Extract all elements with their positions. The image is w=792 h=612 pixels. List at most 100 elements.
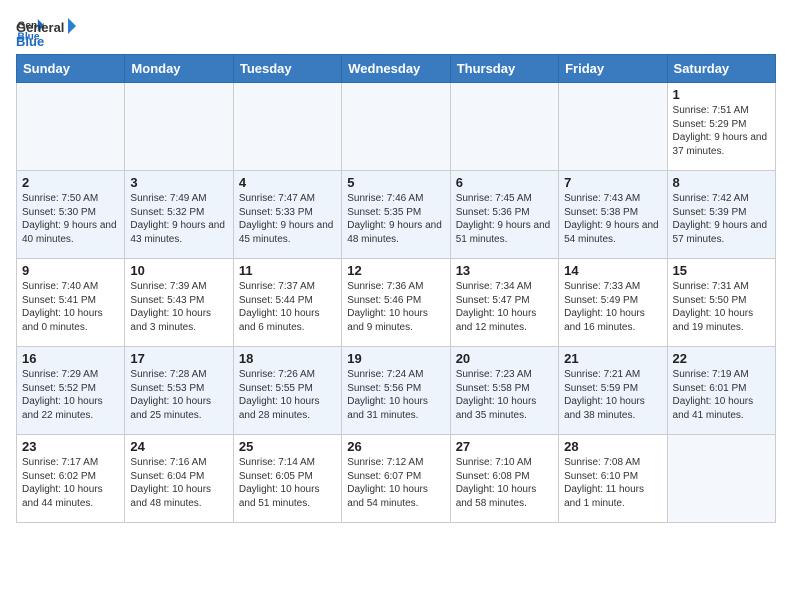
day-info: Sunrise: 7:12 AM Sunset: 6:07 PM Dayligh… (347, 456, 444, 510)
day-number: 26 (347, 439, 444, 454)
day-info: Sunrise: 7:10 AM Sunset: 6:08 PM Dayligh… (456, 456, 553, 510)
day-cell (233, 83, 341, 171)
day-cell: 13 Sunrise: 7:34 AM Sunset: 5:47 PM Dayli… (450, 259, 558, 347)
day-info: Sunrise: 7:17 AM Sunset: 6:02 PM Dayligh… (22, 456, 119, 510)
day-number: 22 (673, 351, 770, 366)
logo-svg: General Blue (16, 16, 76, 54)
day-info: Sunrise: 7:14 AM Sunset: 6:05 PM Dayligh… (239, 456, 336, 510)
day-cell: 28 Sunrise: 7:08 AM Sunset: 6:10 PM Dayli… (559, 435, 667, 523)
day-info: Sunrise: 7:08 AM Sunset: 6:10 PM Dayligh… (564, 456, 661, 510)
calendar-table: SundayMondayTuesdayWednesdayThursdayFrid… (16, 54, 776, 523)
day-info: Sunrise: 7:37 AM Sunset: 5:44 PM Dayligh… (239, 280, 336, 334)
day-cell: 5Sunrise: 7:46 AM Sunset: 5:35 PM Daylig… (342, 171, 450, 259)
day-info: Sunrise: 7:50 AM Sunset: 5:30 PM Dayligh… (22, 192, 119, 246)
week-row-3: 9 Sunrise: 7:40 AM Sunset: 5:41 PM Daylig… (17, 259, 776, 347)
day-number: 9 (22, 263, 119, 278)
day-info: Sunrise: 7:29 AM Sunset: 5:52 PM Dayligh… (22, 368, 119, 422)
day-info: Sunrise: 7:16 AM Sunset: 6:04 PM Dayligh… (130, 456, 227, 510)
day-cell: 24 Sunrise: 7:16 AM Sunset: 6:04 PM Dayli… (125, 435, 233, 523)
day-cell (342, 83, 450, 171)
day-info: Sunrise: 7:39 AM Sunset: 5:43 PM Dayligh… (130, 280, 227, 334)
weekday-header-monday: Monday (125, 55, 233, 83)
day-number: 13 (456, 263, 553, 278)
day-info: Sunrise: 7:36 AM Sunset: 5:46 PM Dayligh… (347, 280, 444, 334)
day-info: Sunrise: 7:51 AM Sunset: 5:29 PM Dayligh… (673, 104, 770, 158)
day-info: Sunrise: 7:31 AM Sunset: 5:50 PM Dayligh… (673, 280, 770, 334)
day-cell: 7Sunrise: 7:43 AM Sunset: 5:38 PM Daylig… (559, 171, 667, 259)
day-cell: 22 Sunrise: 7:19 AM Sunset: 6:01 PM Dayli… (667, 347, 775, 435)
day-cell: 8 Sunrise: 7:42 AM Sunset: 5:39 PM Daylig… (667, 171, 775, 259)
page-header: General Blue (16, 16, 776, 44)
week-row-1: 1 Sunrise: 7:51 AM Sunset: 5:29 PM Daylig… (17, 83, 776, 171)
day-cell: 27 Sunrise: 7:10 AM Sunset: 6:08 PM Dayli… (450, 435, 558, 523)
week-row-2: 2 Sunrise: 7:50 AM Sunset: 5:30 PM Daylig… (17, 171, 776, 259)
day-cell: 16 Sunrise: 7:29 AM Sunset: 5:52 PM Dayli… (17, 347, 125, 435)
day-cell: 18 Sunrise: 7:26 AM Sunset: 5:55 PM Dayli… (233, 347, 341, 435)
day-info: Sunrise: 7:26 AM Sunset: 5:55 PM Dayligh… (239, 368, 336, 422)
weekday-header-saturday: Saturday (667, 55, 775, 83)
day-number: 19 (347, 351, 444, 366)
day-number: 27 (456, 439, 553, 454)
day-cell: 23 Sunrise: 7:17 AM Sunset: 6:02 PM Dayli… (17, 435, 125, 523)
day-number: 16 (22, 351, 119, 366)
day-number: 8 (673, 175, 770, 190)
day-number: 5 (347, 175, 444, 190)
day-cell (667, 435, 775, 523)
day-cell: 17 Sunrise: 7:28 AM Sunset: 5:53 PM Dayli… (125, 347, 233, 435)
day-cell: 1 Sunrise: 7:51 AM Sunset: 5:29 PM Daylig… (667, 83, 775, 171)
day-cell (559, 83, 667, 171)
day-number: 23 (22, 439, 119, 454)
day-number: 18 (239, 351, 336, 366)
week-row-5: 23 Sunrise: 7:17 AM Sunset: 6:02 PM Dayli… (17, 435, 776, 523)
day-number: 24 (130, 439, 227, 454)
weekday-header-tuesday: Tuesday (233, 55, 341, 83)
day-info: Sunrise: 7:23 AM Sunset: 5:58 PM Dayligh… (456, 368, 553, 422)
day-number: 28 (564, 439, 661, 454)
day-number: 14 (564, 263, 661, 278)
day-info: Sunrise: 7:45 AM Sunset: 5:36 PM Dayligh… (456, 192, 553, 246)
day-number: 2 (22, 175, 119, 190)
day-number: 25 (239, 439, 336, 454)
day-info: Sunrise: 7:33 AM Sunset: 5:49 PM Dayligh… (564, 280, 661, 334)
day-number: 17 (130, 351, 227, 366)
day-info: Sunrise: 7:49 AM Sunset: 5:32 PM Dayligh… (130, 192, 227, 246)
day-cell: 19 Sunrise: 7:24 AM Sunset: 5:56 PM Dayli… (342, 347, 450, 435)
day-cell (17, 83, 125, 171)
day-cell (125, 83, 233, 171)
day-cell: 9 Sunrise: 7:40 AM Sunset: 5:41 PM Daylig… (17, 259, 125, 347)
day-cell: 20 Sunrise: 7:23 AM Sunset: 5:58 PM Dayli… (450, 347, 558, 435)
svg-text:General: General (16, 20, 64, 35)
day-info: Sunrise: 7:34 AM Sunset: 5:47 PM Dayligh… (456, 280, 553, 334)
day-cell: 6 Sunrise: 7:45 AM Sunset: 5:36 PM Daylig… (450, 171, 558, 259)
day-number: 12 (347, 263, 444, 278)
day-info: Sunrise: 7:24 AM Sunset: 5:56 PM Dayligh… (347, 368, 444, 422)
day-info: Sunrise: 7:40 AM Sunset: 5:41 PM Dayligh… (22, 280, 119, 334)
day-info: Sunrise: 7:42 AM Sunset: 5:39 PM Dayligh… (673, 192, 770, 246)
weekday-header-row: SundayMondayTuesdayWednesdayThursdayFrid… (17, 55, 776, 83)
day-cell: 21Sunrise: 7:21 AM Sunset: 5:59 PM Dayli… (559, 347, 667, 435)
day-cell: 14 Sunrise: 7:33 AM Sunset: 5:49 PM Dayli… (559, 259, 667, 347)
day-cell: 10 Sunrise: 7:39 AM Sunset: 5:43 PM Dayli… (125, 259, 233, 347)
weekday-header-thursday: Thursday (450, 55, 558, 83)
day-number: 6 (456, 175, 553, 190)
day-info: Sunrise: 7:28 AM Sunset: 5:53 PM Dayligh… (130, 368, 227, 422)
day-cell (450, 83, 558, 171)
day-number: 1 (673, 87, 770, 102)
day-info: Sunrise: 7:19 AM Sunset: 6:01 PM Dayligh… (673, 368, 770, 422)
day-cell: 15 Sunrise: 7:31 AM Sunset: 5:50 PM Dayli… (667, 259, 775, 347)
weekday-header-friday: Friday (559, 55, 667, 83)
day-cell: 11 Sunrise: 7:37 AM Sunset: 5:44 PM Dayli… (233, 259, 341, 347)
day-cell: 2 Sunrise: 7:50 AM Sunset: 5:30 PM Daylig… (17, 171, 125, 259)
svg-text:Blue: Blue (16, 34, 44, 49)
day-number: 10 (130, 263, 227, 278)
weekday-header-wednesday: Wednesday (342, 55, 450, 83)
day-cell: 12 Sunrise: 7:36 AM Sunset: 5:46 PM Dayli… (342, 259, 450, 347)
day-cell: 3 Sunrise: 7:49 AM Sunset: 5:32 PM Daylig… (125, 171, 233, 259)
day-info: Sunrise: 7:43 AM Sunset: 5:38 PM Dayligh… (564, 192, 661, 246)
week-row-4: 16 Sunrise: 7:29 AM Sunset: 5:52 PM Dayli… (17, 347, 776, 435)
day-number: 20 (456, 351, 553, 366)
day-cell: 26 Sunrise: 7:12 AM Sunset: 6:07 PM Dayli… (342, 435, 450, 523)
day-number: 3 (130, 175, 227, 190)
day-number: 15 (673, 263, 770, 278)
day-number: 11 (239, 263, 336, 278)
